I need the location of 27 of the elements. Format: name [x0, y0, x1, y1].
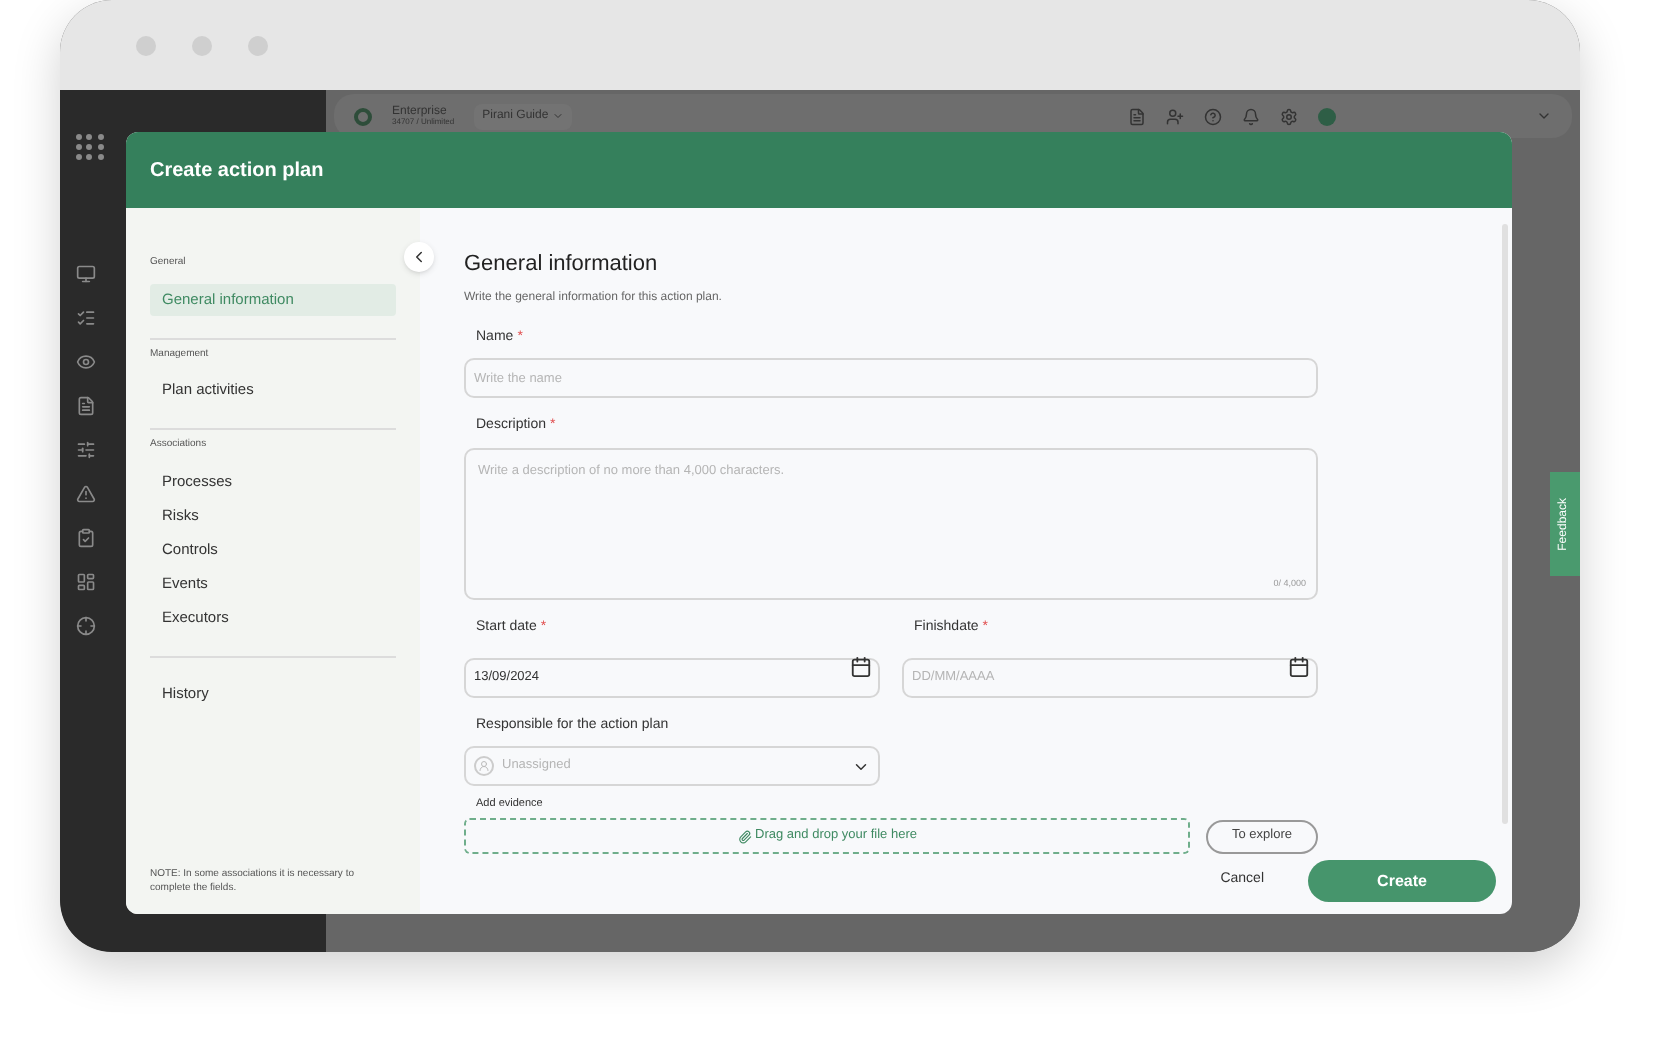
sidebar-icon[interactable] — [76, 572, 96, 592]
section-title: General information — [464, 250, 660, 280]
apps-grid-icon[interactable] — [76, 134, 104, 160]
sidebar-icon[interactable] — [76, 528, 96, 548]
sidebar-icon[interactable] — [76, 440, 96, 460]
document-icon[interactable] — [1128, 107, 1146, 125]
sidebar-icon[interactable] — [76, 264, 96, 284]
sidebar-icon[interactable] — [76, 352, 96, 372]
modal-title: Create action plan — [150, 157, 324, 185]
sidebar-icon[interactable] — [76, 616, 96, 636]
paperclip-icon — [737, 829, 752, 844]
sidebar-icon[interactable] — [76, 308, 96, 328]
user-icon — [474, 756, 494, 776]
calendar-icon[interactable] — [1288, 656, 1310, 678]
collapse-button[interactable] — [404, 242, 434, 272]
chevron-down-icon[interactable] — [1536, 108, 1552, 124]
sidebar-icon[interactable] — [76, 396, 96, 416]
chevron-left-icon — [410, 248, 428, 266]
calendar-icon[interactable] — [850, 656, 872, 678]
logo-icon — [354, 107, 372, 125]
sidebar-icon[interactable] — [76, 484, 96, 504]
help-icon[interactable] — [1204, 107, 1222, 125]
add-user-icon[interactable] — [1166, 107, 1184, 125]
settings-icon[interactable] — [1280, 107, 1298, 125]
create-button[interactable]: Create — [1308, 860, 1496, 902]
chevron-down-icon — [552, 110, 565, 122]
notifications-icon[interactable] — [1242, 107, 1260, 125]
